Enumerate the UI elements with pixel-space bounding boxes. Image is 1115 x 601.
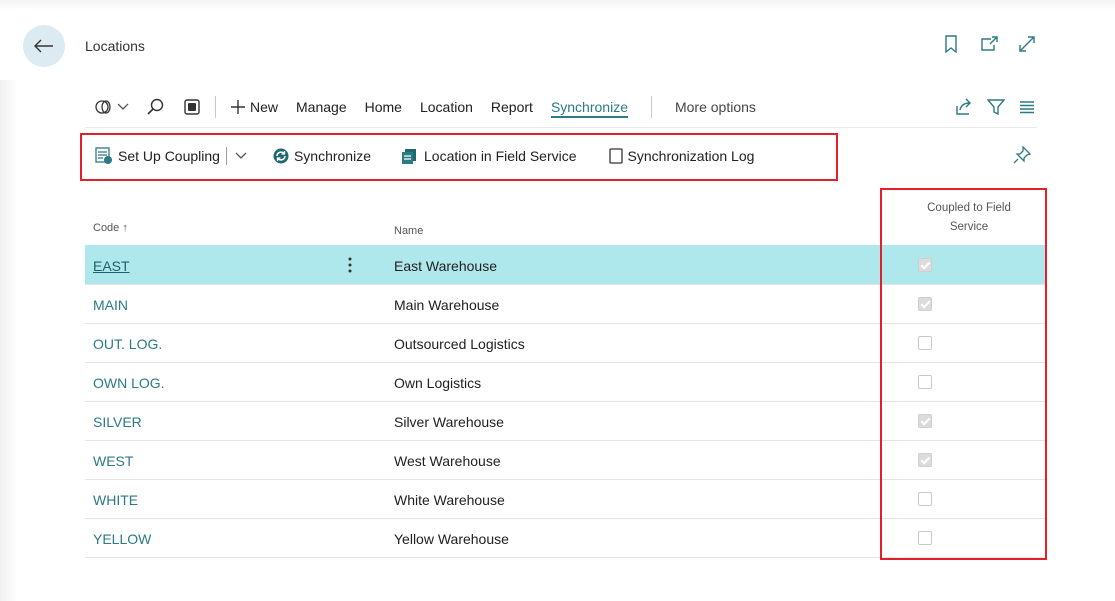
tab-home[interactable]: Home <box>356 90 411 124</box>
dataverse-menu[interactable] <box>95 90 129 124</box>
action-bar-divider <box>85 127 1037 128</box>
column-header-name[interactable]: Name <box>394 225 423 237</box>
dataverse-icon <box>95 100 111 114</box>
row-name: Outsourced Logistics <box>394 336 525 352</box>
row-name: Main Warehouse <box>394 297 500 313</box>
row-code[interactable]: YELLOW <box>93 531 151 547</box>
expand-icon[interactable] <box>1017 34 1037 54</box>
back-button[interactable] <box>23 25 65 67</box>
more-vertical-icon <box>348 257 352 273</box>
left-shade <box>0 80 18 601</box>
filter-icon <box>987 99 1005 116</box>
bookmark-icon[interactable] <box>941 34 961 54</box>
highlight-box-actions <box>80 133 838 181</box>
page-title: Locations <box>85 38 145 54</box>
row-code[interactable]: OWN LOG. <box>93 375 165 391</box>
edit-list-button[interactable] <box>183 90 201 124</box>
row-code[interactable]: SILVER <box>93 414 142 430</box>
share-button[interactable] <box>955 90 973 124</box>
row-code[interactable]: OUT. LOG. <box>93 336 162 352</box>
tab-report[interactable]: Report <box>482 90 542 124</box>
plus-icon <box>231 100 245 114</box>
highlight-box-coupled-column <box>880 188 1047 560</box>
search-button[interactable] <box>147 90 165 124</box>
tab-manage[interactable]: Manage <box>287 90 356 124</box>
list-view-button[interactable] <box>1019 90 1035 124</box>
sort-ascending-icon: ↑ <box>122 222 128 234</box>
row-menu-button[interactable] <box>343 252 357 278</box>
back-arrow-icon <box>34 39 53 53</box>
row-code[interactable]: WEST <box>93 453 133 469</box>
search-icon <box>147 98 164 115</box>
tab-synchronize[interactable]: Synchronize <box>542 90 637 124</box>
share-icon <box>956 98 971 115</box>
row-code[interactable]: WHITE <box>93 492 138 508</box>
row-name: West Warehouse <box>394 453 501 469</box>
column-header-code-label: Code <box>93 222 120 234</box>
row-name: Yellow Warehouse <box>394 531 509 547</box>
action-bar-right <box>955 90 1035 124</box>
chevron-down-icon <box>117 103 129 110</box>
tab-location[interactable]: Location <box>411 90 482 124</box>
separator <box>650 96 652 118</box>
separator <box>215 96 216 118</box>
column-header-code[interactable]: Code ↑ <box>93 222 128 234</box>
locations-page: Locations New Manage Home Location Repor… <box>0 0 1115 601</box>
open-new-window-icon[interactable] <box>979 34 999 54</box>
row-name: Silver Warehouse <box>394 414 504 430</box>
edit-list-icon <box>184 99 200 115</box>
row-code[interactable]: EAST <box>93 258 130 274</box>
row-code[interactable]: MAIN <box>93 297 128 313</box>
new-button[interactable]: New <box>230 90 287 124</box>
action-bar: New Manage Home Location Report Synchron… <box>95 90 1035 124</box>
new-label: New <box>250 99 279 115</box>
more-options-button[interactable]: More options <box>666 90 765 124</box>
filter-button[interactable] <box>987 90 1005 124</box>
pin-icon[interactable] <box>1013 145 1032 169</box>
row-name: East Warehouse <box>394 258 497 274</box>
title-actions <box>941 34 1037 54</box>
list-view-icon <box>1020 101 1034 114</box>
row-name: Own Logistics <box>394 375 482 391</box>
row-name: White Warehouse <box>394 492 505 508</box>
top-shade <box>0 0 1115 10</box>
